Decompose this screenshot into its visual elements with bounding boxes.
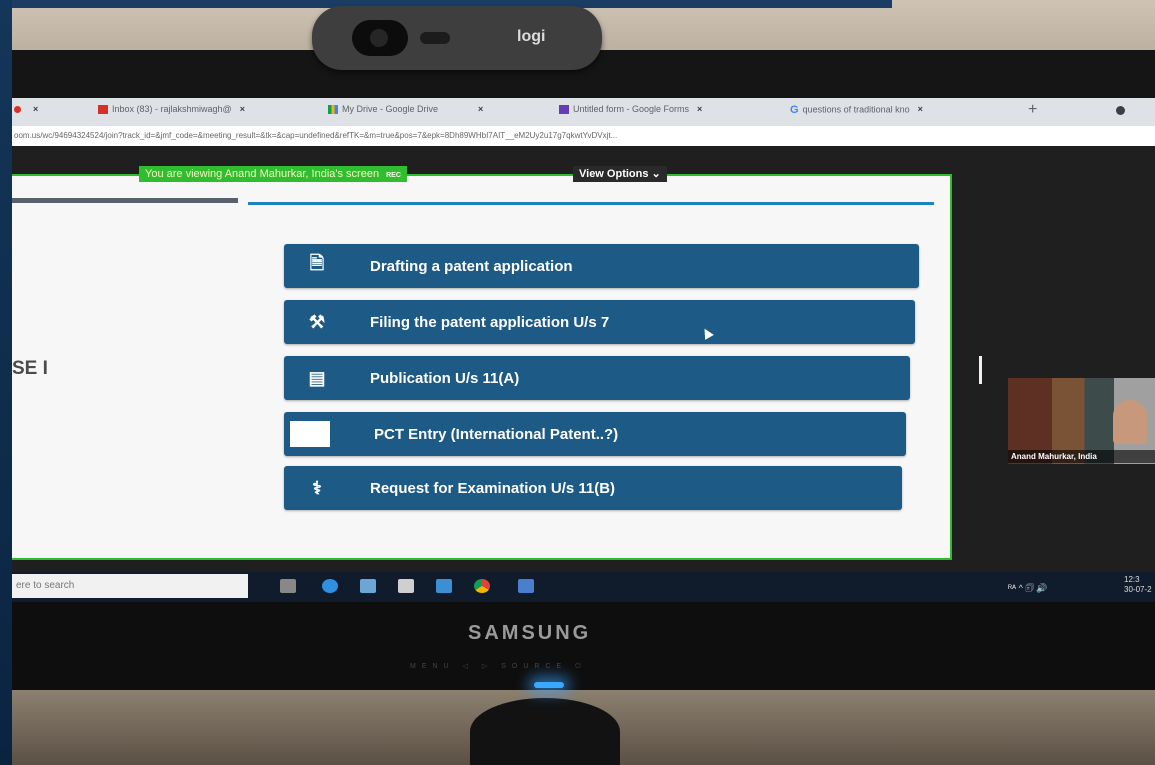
blank-box-icon	[290, 421, 330, 447]
browser-tab-search[interactable]: Gquestions of traditional kno ×	[790, 104, 923, 116]
monitor-screen: × Inbox (83) - rajlakshmiwagh@ × My Drive…	[12, 98, 1155, 602]
step-label: Request for Examination U/s 11(B)	[370, 479, 616, 497]
webcam: logi	[312, 6, 602, 70]
browser-tab-bar: × Inbox (83) - rajlakshmiwagh@ × My Drive…	[12, 98, 1155, 126]
step-filing[interactable]: ⚒ Filing the patent application U/s 7	[284, 300, 915, 344]
power-led-icon	[534, 682, 564, 688]
step-pct-entry[interactable]: PCT Entry (International Patent..?)	[284, 412, 906, 456]
browser-tab-gmail[interactable]: Inbox (83) - rajlakshmiwagh@ ×	[98, 104, 245, 115]
step-label: Publication U/s 11(A)	[370, 369, 520, 387]
tab-label: Untitled form - Google Forms	[573, 104, 690, 114]
store-icon[interactable]	[398, 579, 414, 593]
step-drafting[interactable]: 🗎 Drafting a patent application	[284, 244, 919, 288]
tab-close-icon[interactable]: ×	[478, 104, 483, 114]
webcam-brand: logi	[517, 28, 546, 45]
document-icon: 🗎	[309, 253, 325, 273]
chrome-icon[interactable]	[474, 579, 490, 593]
task-view-icon[interactable]	[280, 579, 296, 593]
tab-close-icon[interactable]: ×	[918, 104, 923, 114]
drive-icon	[328, 105, 338, 115]
monitor-bottom-bezel	[12, 602, 1155, 690]
stethoscope-icon: ⚕	[312, 477, 322, 498]
slide-accent-bar	[248, 202, 934, 205]
view-options-button[interactable]: View Options ⌄	[573, 166, 667, 182]
left-edge-strip	[0, 0, 12, 765]
presenter-name: Anand Mahurkar, India	[1008, 450, 1155, 463]
presenter-avatar	[1113, 400, 1147, 444]
webcam-lens-icon	[352, 20, 408, 56]
viewing-banner: You are viewing Anand Mahurkar, India's …	[139, 166, 407, 182]
file-explorer-icon[interactable]	[360, 579, 376, 593]
clock-time: 12:3	[1124, 575, 1140, 584]
address-bar[interactable]: oom.us/wc/94694324524/join?track_id=&jmf…	[12, 126, 1155, 146]
record-icon	[14, 106, 21, 114]
mouse-cursor-icon	[700, 326, 714, 340]
rec-indicator: REC	[386, 172, 401, 179]
panel-resize-handle[interactable]	[979, 356, 982, 384]
system-tray[interactable]: ᴿᴬ ^ 🗊 🔊	[1008, 581, 1047, 597]
zoom-meeting-area: SE I 🗎 Drafting a patent application ⚒ F…	[12, 146, 1155, 572]
slide-header-bar	[12, 198, 238, 203]
browser-tab-drive[interactable]: My Drive - Google Drive ×	[328, 104, 483, 115]
browser-tab-zoom[interactable]: ×	[14, 104, 38, 114]
tab-close-icon[interactable]: ×	[240, 104, 245, 114]
mail-icon[interactable]	[436, 579, 452, 593]
windows-taskbar: ere to search ᴿᴬ ^ 🗊 🔊 12:3 30-07-2	[12, 572, 1155, 602]
tab-close-icon[interactable]: ×	[697, 104, 702, 114]
google-icon: G	[790, 104, 799, 116]
newspaper-icon: ▤	[308, 367, 326, 388]
tab-close-icon[interactable]: ×	[33, 104, 38, 114]
monitor-buttons: MENU ◁ ▷ SOURCE ⏻	[410, 663, 587, 670]
step-examination[interactable]: ⚕ Request for Examination U/s 11(B)	[284, 466, 902, 510]
tab-label: Inbox (83) - rajlakshmiwagh@	[112, 104, 232, 114]
gmail-icon	[98, 105, 108, 115]
account-icon[interactable]	[1116, 106, 1125, 115]
tab-label: My Drive - Google Drive	[342, 104, 439, 114]
browser-tab-forms[interactable]: Untitled form - Google Forms ×	[559, 104, 702, 115]
shared-screen: SE I 🗎 Drafting a patent application ⚒ F…	[12, 174, 952, 560]
step-label: Drafting a patent application	[370, 257, 573, 275]
viewing-banner-text: You are viewing Anand Mahurkar, India's …	[145, 168, 380, 180]
taskbar-clock[interactable]: 12:3 30-07-2	[1124, 575, 1152, 595]
gavel-icon: ⚒	[308, 311, 326, 332]
zoom-app-icon[interactable]	[518, 579, 534, 593]
tab-label: questions of traditional kno	[802, 104, 910, 115]
clock-date: 30-07-2	[1124, 585, 1152, 594]
photo-of-monitor: logi × Inbox (83) - rajlakshmiwagh@ × My …	[0, 0, 1155, 765]
step-publication[interactable]: ▤ Publication U/s 11(A)	[284, 356, 910, 400]
slide-side-label: SE I	[12, 358, 48, 379]
step-label: Filing the patent application U/s 7	[370, 313, 610, 331]
new-tab-button[interactable]: +	[1028, 101, 1037, 119]
monitor-stand	[470, 698, 620, 765]
taskbar-search-input[interactable]: ere to search	[12, 574, 248, 598]
step-label: PCT Entry (International Patent..?)	[374, 425, 619, 443]
webcam-led	[420, 32, 450, 44]
monitor-brand: SAMSUNG	[468, 622, 592, 644]
edge-icon[interactable]	[322, 579, 338, 593]
forms-icon	[559, 105, 569, 115]
